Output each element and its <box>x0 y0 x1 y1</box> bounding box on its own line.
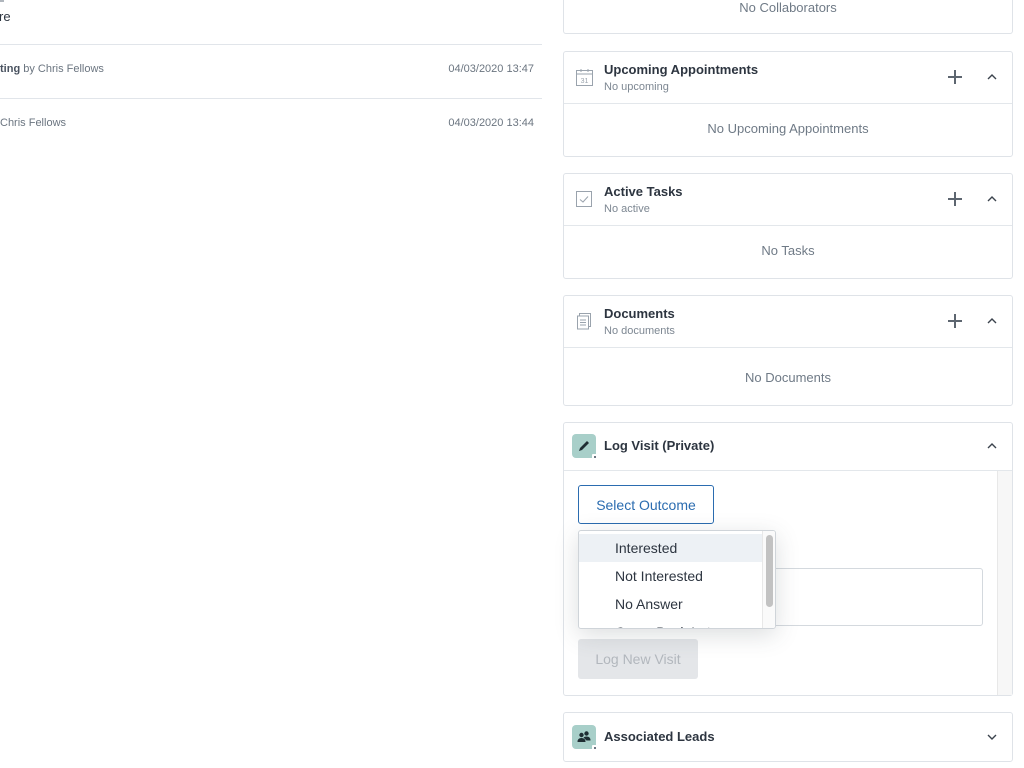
log-visit-header[interactable]: Log Visit (Private) <box>564 423 1012 471</box>
outcome-dropdown[interactable]: Interested Not Interested No Answer Come… <box>578 530 776 629</box>
associated-leads-header[interactable]: Associated Leads <box>564 713 1012 761</box>
chevron-down-icon <box>984 729 1000 745</box>
outcome-option[interactable]: Interested <box>579 534 764 562</box>
activity-row: Chris Fellows 04/03/2020 13:44 <box>0 98 542 152</box>
dropdown-scroll-thumb[interactable] <box>766 535 773 607</box>
collapse-appointments-button[interactable] <box>984 69 1000 85</box>
associated-leads-panel: Associated Leads <box>563 712 1013 762</box>
activity-author: by Chris Fellows <box>20 63 104 75</box>
outcome-option[interactable]: Not Interested <box>579 562 764 590</box>
add-task-button[interactable] <box>946 190 964 208</box>
dropdown-scrollbar[interactable] <box>762 531 775 629</box>
documents-subtitle: No documents <box>604 325 675 337</box>
people-icon <box>576 729 592 745</box>
activity-description: Chris Fellows <box>0 117 66 129</box>
appointments-empty-text: No Upcoming Appointments <box>564 104 1012 136</box>
people-tile-icon <box>572 725 596 749</box>
chevron-up-icon <box>984 191 1000 207</box>
activity-note-fragment: re <box>0 9 11 24</box>
appointments-title: Upcoming Appointments <box>604 62 758 77</box>
activity-description: ting by Chris Fellows <box>0 63 104 75</box>
collapse-log-visit-button[interactable] <box>984 438 1000 454</box>
document-icon <box>576 313 593 330</box>
activity-timestamp: 04/03/2020 13:47 <box>448 63 534 75</box>
select-outcome-button[interactable]: Select Outcome <box>578 485 714 524</box>
log-visit-title: Log Visit (Private) <box>604 438 714 453</box>
collaborators-panel: No Collaborators <box>563 0 1013 34</box>
collapse-tasks-button[interactable] <box>984 191 1000 207</box>
log-visit-scrollbar[interactable] <box>997 471 1012 695</box>
documents-title: Documents <box>604 306 675 321</box>
clipped-text-fragment <box>0 0 4 2</box>
pencil-tile-icon <box>572 434 596 458</box>
log-new-visit-button[interactable]: Log New Visit <box>578 639 698 679</box>
svg-text:31: 31 <box>581 78 589 85</box>
documents-empty-text: No Documents <box>564 348 1012 385</box>
activity-author: Chris Fellows <box>0 117 66 129</box>
activity-action: ting <box>0 63 20 75</box>
collapse-documents-button[interactable] <box>984 313 1000 329</box>
expand-associated-leads-button[interactable] <box>984 729 1000 745</box>
activity-row: ting by Chris Fellows 04/03/2020 13:47 <box>0 44 542 98</box>
pencil-icon <box>576 438 592 454</box>
documents-panel: Documents No documents No Documents <box>563 295 1013 406</box>
chevron-up-icon <box>984 313 1000 329</box>
appointments-subtitle: No upcoming <box>604 81 669 93</box>
collaborators-empty-text: No Collaborators <box>564 0 1012 15</box>
calendar-icon: 31 <box>576 69 593 86</box>
outcome-option[interactable]: No Answer <box>579 590 764 618</box>
tasks-header[interactable]: Active Tasks No active <box>564 174 1012 226</box>
appointments-panel: 31 Upcoming Appointments No upcoming No … <box>563 51 1013 157</box>
add-appointment-button[interactable] <box>946 68 964 86</box>
tasks-subtitle: No active <box>604 203 650 215</box>
associated-leads-title: Associated Leads <box>604 729 715 744</box>
outcome-option[interactable]: Come Back Later <box>579 618 764 629</box>
checkbox-icon <box>576 191 593 208</box>
documents-header[interactable]: Documents No documents <box>564 296 1012 348</box>
chevron-up-icon <box>984 438 1000 454</box>
appointments-header[interactable]: 31 Upcoming Appointments No upcoming <box>564 52 1012 104</box>
tasks-title: Active Tasks <box>604 184 683 199</box>
tasks-empty-text: No Tasks <box>564 226 1012 258</box>
add-document-button[interactable] <box>946 312 964 330</box>
chevron-up-icon <box>984 69 1000 85</box>
activity-feed: re ting by Chris Fellows 04/03/2020 13:4… <box>0 0 542 768</box>
activity-timestamp: 04/03/2020 13:44 <box>448 117 534 129</box>
tasks-panel: Active Tasks No active No Tasks <box>563 173 1013 279</box>
